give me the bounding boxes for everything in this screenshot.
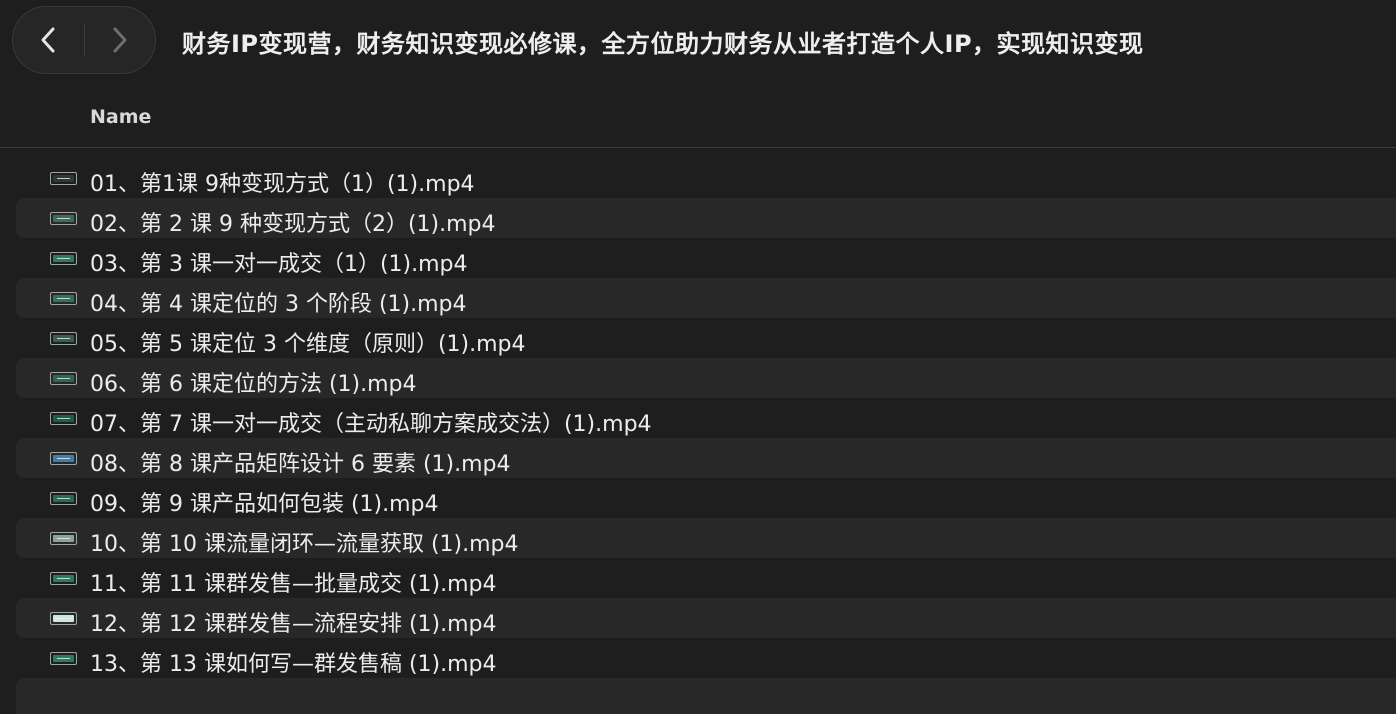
video-thumbnail-icon (50, 492, 77, 505)
file-row[interactable]: 02、第 2 课 9 种变现方式（2）(1).mp4 (16, 198, 1396, 238)
file-row[interactable]: 05、第 5 课定位 3 个维度（原则）(1).mp4 (16, 318, 1396, 358)
video-thumbnail-icon (50, 252, 77, 265)
file-row[interactable]: 07、第 7 课一对一成交（主动私聊方案成交法）(1).mp4 (16, 398, 1396, 438)
file-row[interactable]: 10、第 10 课流量闭环—流量获取 (1).mp4 (16, 518, 1396, 558)
back-button[interactable] (13, 7, 84, 73)
empty-row (16, 678, 1396, 714)
file-row[interactable]: 09、第 9 课产品如何包装 (1).mp4 (16, 478, 1396, 518)
video-thumbnail-icon (50, 652, 77, 665)
video-thumbnail-icon (50, 372, 77, 385)
file-row[interactable]: 03、第 3 课一对一成交（1）(1).mp4 (16, 238, 1396, 278)
video-thumbnail-icon (50, 172, 77, 185)
chevron-left-icon (41, 27, 55, 53)
file-row[interactable]: 13、第 13 课如何写—群发售稿 (1).mp4 (16, 638, 1396, 678)
chevron-right-icon (113, 27, 127, 53)
file-name: 10、第 10 课流量闭环—流量获取 (1).mp4 (90, 532, 519, 557)
file-name: 12、第 12 课群发售—流程安排 (1).mp4 (90, 612, 497, 637)
column-header-name[interactable]: Name (90, 106, 151, 128)
file-name: 02、第 2 课 9 种变现方式（2）(1).mp4 (90, 212, 496, 237)
file-name: 09、第 9 课产品如何包装 (1).mp4 (90, 492, 439, 517)
forward-button[interactable] (85, 7, 156, 73)
video-thumbnail-icon (50, 452, 77, 465)
video-thumbnail-icon (50, 612, 77, 625)
file-row[interactable]: 06、第 6 课定位的方法 (1).mp4 (16, 358, 1396, 398)
window-title: 财务IP变现营，财务知识变现必修课，全方位助力财务从业者打造个人IP，实现知识变… (182, 30, 1144, 58)
file-list: 01、第1课 9种变现方式（1）(1).mp4 02、第 2 课 9 种变现方式（… (16, 158, 1396, 678)
file-name: 06、第 6 课定位的方法 (1).mp4 (90, 372, 417, 397)
video-thumbnail-icon (50, 412, 77, 425)
file-row[interactable]: 08、第 8 课产品矩阵设计 6 要素 (1).mp4 (16, 438, 1396, 478)
file-name: 13、第 13 课如何写—群发售稿 (1).mp4 (90, 652, 497, 677)
toolbar: 财务IP变现营，财务知识变现必修课，全方位助力财务从业者打造个人IP，实现知识变… (0, 0, 1396, 84)
video-thumbnail-icon (50, 532, 77, 545)
file-name: 11、第 11 课群发售—批量成交 (1).mp4 (90, 572, 497, 597)
video-thumbnail-icon (50, 572, 77, 585)
file-row[interactable]: 01、第1课 9种变现方式（1）(1).mp4 (16, 158, 1396, 198)
navigation-buttons (12, 6, 156, 74)
file-name: 03、第 3 课一对一成交（1）(1).mp4 (90, 252, 468, 277)
file-row[interactable]: 12、第 12 课群发售—流程安排 (1).mp4 (16, 598, 1396, 638)
file-row[interactable]: 04、第 4 课定位的 3 个阶段 (1).mp4 (16, 278, 1396, 318)
video-thumbnail-icon (50, 292, 77, 305)
video-thumbnail-icon (50, 332, 77, 345)
file-name: 05、第 5 课定位 3 个维度（原则）(1).mp4 (90, 332, 526, 357)
file-name: 07、第 7 课一对一成交（主动私聊方案成交法）(1).mp4 (90, 412, 652, 437)
column-header-row: Name (0, 84, 1396, 148)
file-name: 04、第 4 课定位的 3 个阶段 (1).mp4 (90, 292, 467, 317)
file-name: 01、第1课 9种变现方式（1）(1).mp4 (90, 172, 475, 197)
finder-window: 财务IP变现营，财务知识变现必修课，全方位助力财务从业者打造个人IP，实现知识变… (0, 0, 1396, 714)
file-name: 08、第 8 课产品矩阵设计 6 要素 (1).mp4 (90, 452, 511, 477)
file-row[interactable]: 11、第 11 课群发售—批量成交 (1).mp4 (16, 558, 1396, 598)
video-thumbnail-icon (50, 212, 77, 225)
